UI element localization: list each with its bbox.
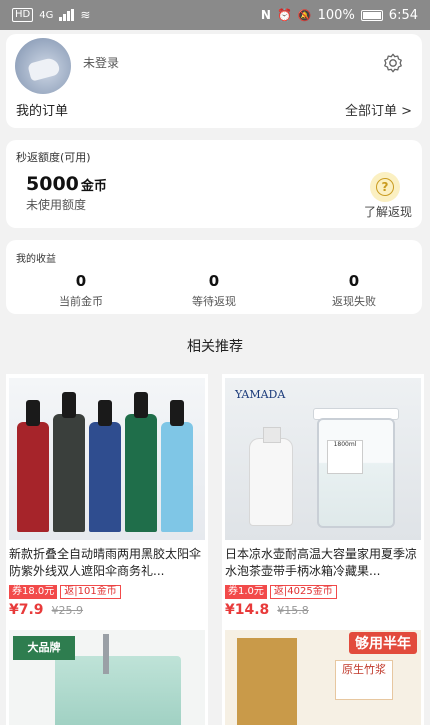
product-title[interactable]: 日本凉水壶耐高温大容量家用夏季凉水泡茶壶带手柄冰箱冷藏果...	[225, 546, 423, 580]
rebate-value: 4025金币	[287, 586, 333, 597]
product-card[interactable]: YAMADA 1800ml 日本凉水壶耐高温大容量家用夏季凉水泡茶壶带手柄冰箱冷…	[222, 374, 424, 626]
mute-icon: 🔕	[297, 8, 312, 22]
product-image-mop-bucket[interactable]: 大品牌	[9, 630, 205, 725]
nfc-icon: N	[260, 8, 271, 22]
product-card[interactable]: 新款折叠全自动晴雨两用黑胶太阳伞防紫外线双人遮阳伞商务礼... 券18.0元 返…	[6, 374, 208, 626]
earnings-title: 我的收益	[16, 254, 56, 265]
wifi-icon: ≋	[80, 8, 91, 22]
my-orders-label: 我的订单	[16, 104, 69, 119]
earning-label: 返现失败	[332, 295, 376, 308]
product-original-price: ¥25.9	[51, 604, 84, 617]
umbrella-lightblue	[161, 400, 193, 532]
brand-logo: YAMADA	[235, 388, 286, 401]
rebate-amount: 5000 金币	[26, 173, 107, 195]
product-image-tissues[interactable]: 够用半年 原生竹浆	[225, 630, 421, 725]
product-original-price: ¥15.8	[277, 604, 309, 617]
recommend-title: 相关推荐	[187, 339, 243, 355]
help-icon[interactable]: ?	[370, 172, 400, 202]
umbrella-black	[53, 392, 85, 532]
signal-icon	[59, 9, 75, 21]
coupon-badge: 券1.0元	[225, 585, 267, 599]
rebate-value: 101金币	[77, 586, 117, 597]
all-orders-link[interactable]: 全部订单 >	[345, 100, 412, 119]
umbrella-blue	[89, 400, 121, 532]
bottle	[249, 427, 293, 526]
tissue-box	[237, 638, 297, 725]
product-price: ¥7.9	[9, 602, 44, 618]
rebate-card: 秒返额度(可用) 5000 金币 未使用额度 ? 了解返现	[6, 140, 422, 228]
mop-handle	[103, 634, 109, 674]
earning-value: 0	[208, 272, 220, 290]
battery-icon	[360, 9, 383, 21]
earning-label: 等待返现	[192, 295, 236, 308]
rebate-amount-value: 5000	[26, 173, 79, 195]
rebate-badge: 返|4025金币	[269, 585, 337, 599]
tissue-pack: 原生竹浆	[335, 660, 393, 700]
network-label: 4G	[39, 9, 54, 21]
status-bar: HD 4G ≋ N ⏰ 🔕 100% 6:54	[0, 0, 430, 30]
earning-failed-rebate[interactable]: 0 返现失败	[294, 272, 414, 309]
product-card[interactable]: 大品牌	[6, 626, 208, 725]
clock: 6:54	[388, 7, 418, 23]
rebate-prefix: 返	[64, 586, 75, 597]
avatar[interactable]	[15, 38, 71, 94]
learn-rebate-link[interactable]: 了解返现	[364, 203, 412, 220]
mop-bucket	[55, 656, 181, 725]
rebate-prefix: 返	[273, 586, 284, 597]
coupon-badge: 券18.0元	[9, 585, 58, 599]
earning-value: 0	[75, 272, 87, 290]
jar-label: 1800ml	[327, 440, 363, 474]
product-price: ¥14.8	[225, 602, 270, 618]
rebate-title: 秒返额度(可用)	[16, 151, 91, 164]
gear-icon[interactable]	[382, 52, 404, 74]
product-card[interactable]: 够用半年 原生竹浆	[222, 626, 424, 725]
alarm-icon: ⏰	[276, 8, 292, 22]
earning-label: 当前金币	[59, 295, 103, 308]
battery-percent: 100%	[317, 7, 355, 23]
earnings-card: 我的收益 0 当前金币 0 等待返现 0 返现失败	[6, 240, 422, 314]
umbrella-red	[17, 400, 49, 532]
product-image-kettle[interactable]: YAMADA 1800ml	[225, 378, 421, 540]
earning-current-coins[interactable]: 0 当前金币	[21, 272, 141, 309]
product-title[interactable]: 新款折叠全自动晴雨两用黑胶太阳伞防紫外线双人遮阳伞商务礼...	[9, 546, 207, 580]
promo-banner: 够用半年	[349, 632, 417, 654]
rebate-subtitle: 未使用额度	[26, 198, 87, 212]
login-status[interactable]: 未登录	[83, 54, 119, 71]
hd-icon: HD	[12, 8, 34, 22]
rebate-amount-unit: 金币	[80, 179, 107, 194]
earning-pending-rebate[interactable]: 0 等待返现	[154, 272, 274, 309]
profile-card: 未登录 我的订单 全部订单 >	[6, 34, 422, 128]
brand-badge: 大品牌	[13, 636, 75, 660]
earning-value: 0	[348, 272, 360, 290]
rebate-badge: 返|101金币	[60, 585, 121, 599]
product-image-umbrellas[interactable]	[9, 378, 205, 540]
umbrella-green	[125, 392, 157, 532]
